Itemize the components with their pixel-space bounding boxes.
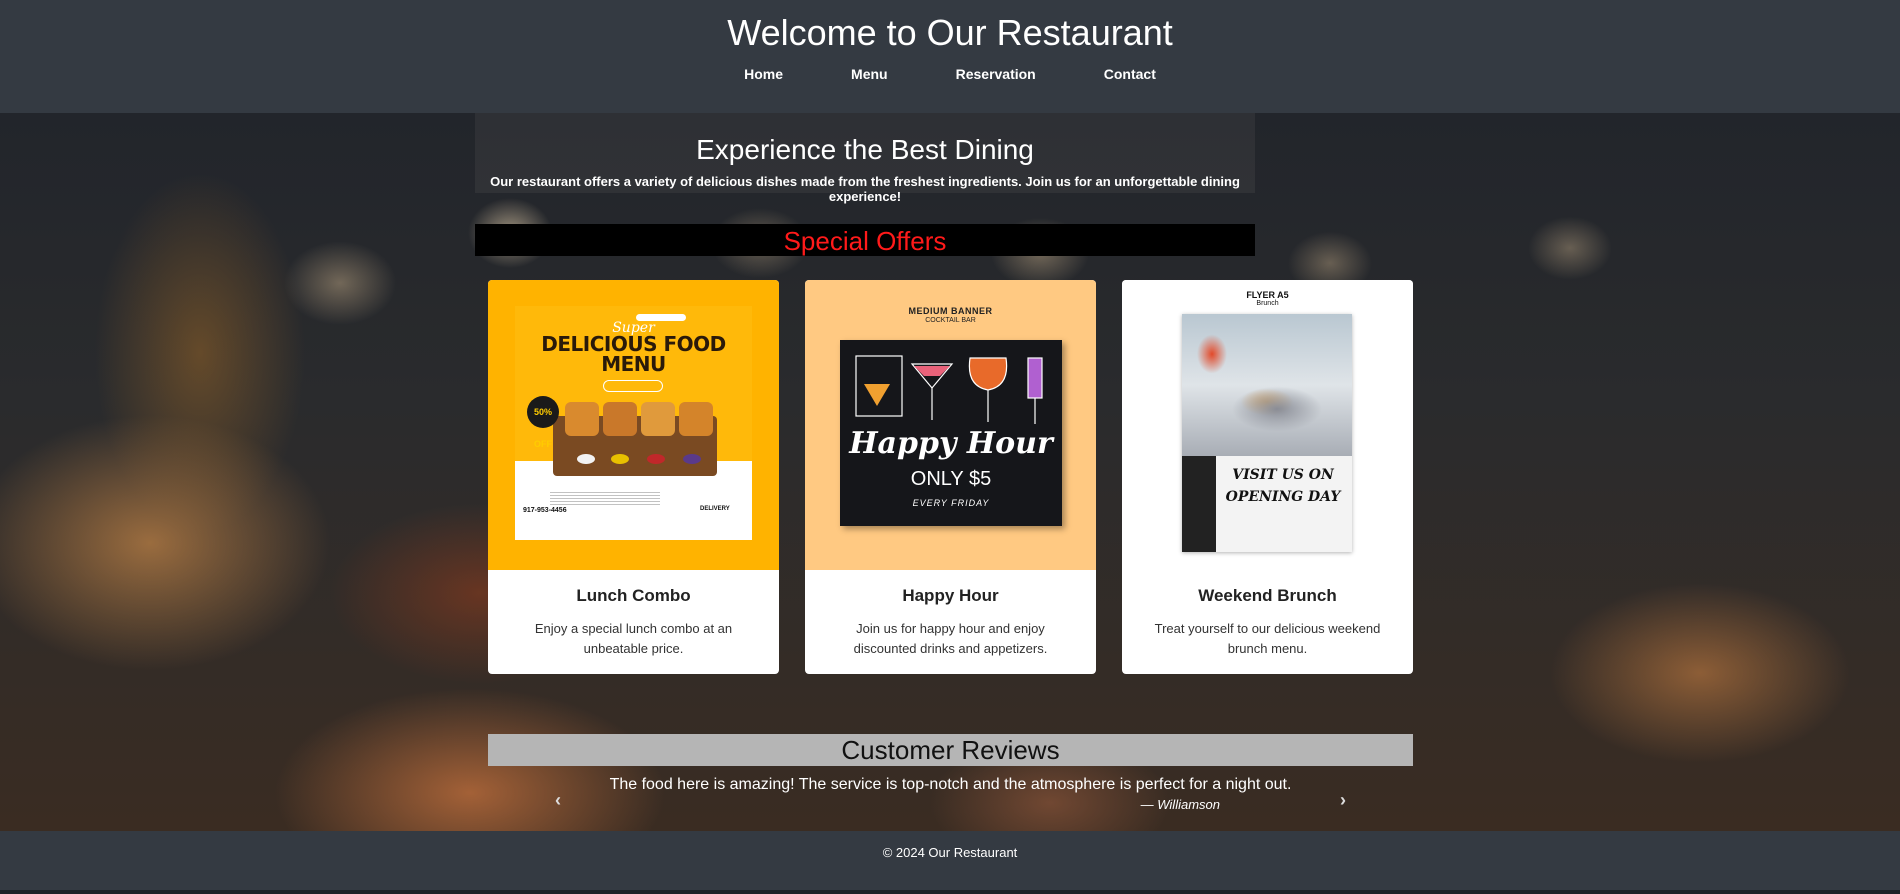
card-title: Happy Hour bbox=[902, 586, 999, 605]
hero-text: Our restaurant offers a variety of delic… bbox=[490, 174, 1240, 204]
poster-headline: DELICIOUS FOOD MENU bbox=[541, 332, 726, 376]
site-header: Welcome to Our Restaurant Home Menu Rese… bbox=[0, 0, 1900, 113]
flyer-headline: VISIT US ON OPENING DAY bbox=[1225, 467, 1341, 505]
discount-badge: 50% OFF bbox=[527, 396, 559, 449]
lunch-combo-image: Super DELICIOUS FOOD MENU 50% OFF 917-95… bbox=[488, 280, 779, 570]
site-title: Welcome to Our Restaurant bbox=[727, 12, 1173, 53]
card-description: Join us for happy hour and enjoy discoun… bbox=[853, 621, 1048, 656]
site-footer: © 2024 Our Restaurant bbox=[0, 831, 1900, 890]
card-title: Lunch Combo bbox=[576, 586, 691, 605]
happy-hour-price: ONLY $5 bbox=[910, 468, 992, 490]
cocktail-glasses-icon bbox=[855, 355, 1043, 424]
happy-hour-headline: Happy Hour bbox=[849, 426, 1053, 461]
poster-delivery: DELIVERY bbox=[700, 506, 730, 512]
nav-home[interactable]: Home bbox=[710, 66, 817, 82]
banner-sub: COCKTAIL BAR bbox=[925, 317, 976, 324]
flyer-sub: Brunch bbox=[1256, 300, 1279, 307]
offer-card-happy-hour[interactable]: MEDIUM BANNER COCKTAIL BAR Happy Hour ON… bbox=[805, 280, 1096, 674]
brunch-photo bbox=[1182, 314, 1352, 456]
chevron-left-icon[interactable]: ‹ bbox=[548, 790, 568, 810]
main-nav: Home Menu Reservation Contact bbox=[0, 66, 1900, 82]
nav-menu[interactable]: Menu bbox=[817, 66, 922, 82]
offer-card-lunch-combo[interactable]: Super DELICIOUS FOOD MENU 50% OFF 917-95… bbox=[488, 280, 779, 674]
banner-header: MEDIUM BANNER bbox=[908, 306, 993, 316]
review-author: — Williamson bbox=[1140, 797, 1220, 812]
weekend-brunch-image: FLYER A5 Brunch VISIT US ON OPENING DAY bbox=[1122, 280, 1413, 570]
special-offers-title: Special Offers bbox=[783, 226, 947, 256]
hero-title: Experience the Best Dining bbox=[696, 134, 1034, 165]
brunch-flyer: VISIT US ON OPENING DAY bbox=[1182, 314, 1352, 552]
cocktail-panel: Happy Hour ONLY $5 EVERY FRIDAY bbox=[840, 340, 1062, 526]
poster-phone: 917-953-4456 bbox=[523, 507, 567, 514]
customer-reviews-title: Customer Reviews bbox=[841, 735, 1060, 765]
offer-card-weekend-brunch[interactable]: FLYER A5 Brunch VISIT US ON OPENING DAY … bbox=[1122, 280, 1413, 674]
card-title: Weekend Brunch bbox=[1198, 586, 1337, 605]
nav-contact[interactable]: Contact bbox=[1070, 66, 1190, 82]
happy-hour-when: EVERY FRIDAY bbox=[912, 498, 990, 508]
food-menu-poster: Super DELICIOUS FOOD MENU 50% OFF 917-95… bbox=[515, 306, 752, 540]
nav-reservation[interactable]: Reservation bbox=[922, 66, 1070, 82]
footer-copyright: © 2024 Our Restaurant bbox=[882, 845, 1018, 860]
review-text: The food here is amazing! The service is… bbox=[609, 776, 1292, 793]
happy-hour-image: MEDIUM BANNER COCKTAIL BAR Happy Hour ON… bbox=[805, 280, 1096, 570]
card-description: Enjoy a special lunch combo at an unbeat… bbox=[534, 621, 733, 656]
card-description: Treat yourself to our delicious weekend … bbox=[1154, 621, 1381, 656]
chevron-right-icon[interactable]: › bbox=[1333, 790, 1353, 810]
flyer-header: FLYER A5 bbox=[1246, 290, 1289, 300]
